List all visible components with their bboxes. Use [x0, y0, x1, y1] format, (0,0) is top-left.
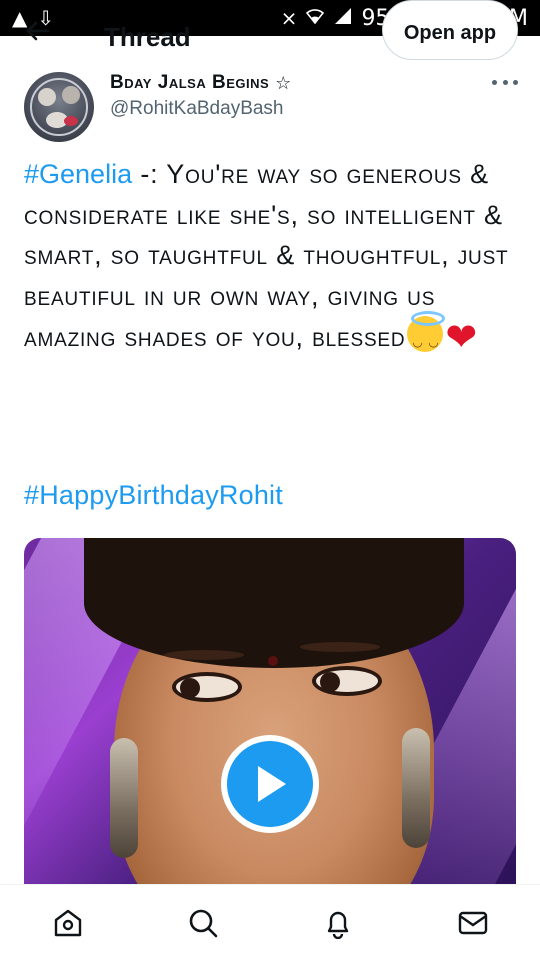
video-frame-brow [300, 642, 380, 652]
star-icon: ☆ [275, 72, 292, 93]
search-icon[interactable] [179, 899, 227, 947]
messages-icon[interactable] [449, 899, 497, 947]
author-name-text: Bday Jalsa Begins [110, 72, 270, 93]
tweet-text: #Genelia -: You're way so generous & con… [24, 154, 516, 363]
back-arrow-icon[interactable] [24, 18, 50, 44]
video-frame-hair [84, 538, 464, 668]
home-icon[interactable] [44, 899, 92, 947]
more-options-icon[interactable] [492, 72, 518, 92]
video-frame-bindi [268, 656, 278, 666]
video-frame-eye [312, 666, 382, 696]
video-frame-brow [164, 650, 244, 660]
video-frame-earring [110, 738, 138, 858]
video-frame-earring [402, 728, 430, 848]
author-name[interactable]: Bday Jalsa Begins ☆ [110, 72, 292, 94]
bottom-nav [0, 884, 540, 960]
page-title: Thread [104, 22, 191, 52]
thread-header: Thread Open app [0, 0, 540, 60]
play-icon [258, 766, 286, 802]
hashtag-link[interactable]: #HappyBirthdayRohit [24, 480, 283, 511]
notifications-icon[interactable] [314, 899, 362, 947]
avatar[interactable] [24, 72, 94, 142]
play-button[interactable] [221, 735, 319, 833]
smiling-face-with-halo-icon [407, 311, 446, 363]
hashtag-link[interactable]: #Genelia [24, 159, 132, 189]
tweet-video[interactable] [24, 538, 516, 888]
video-frame-eye [172, 672, 242, 702]
author-handle[interactable]: @RohitKaBdayBash [110, 98, 284, 120]
heart-emoji: ❤ [445, 317, 479, 359]
open-app-button[interactable]: Open app [382, 0, 518, 60]
